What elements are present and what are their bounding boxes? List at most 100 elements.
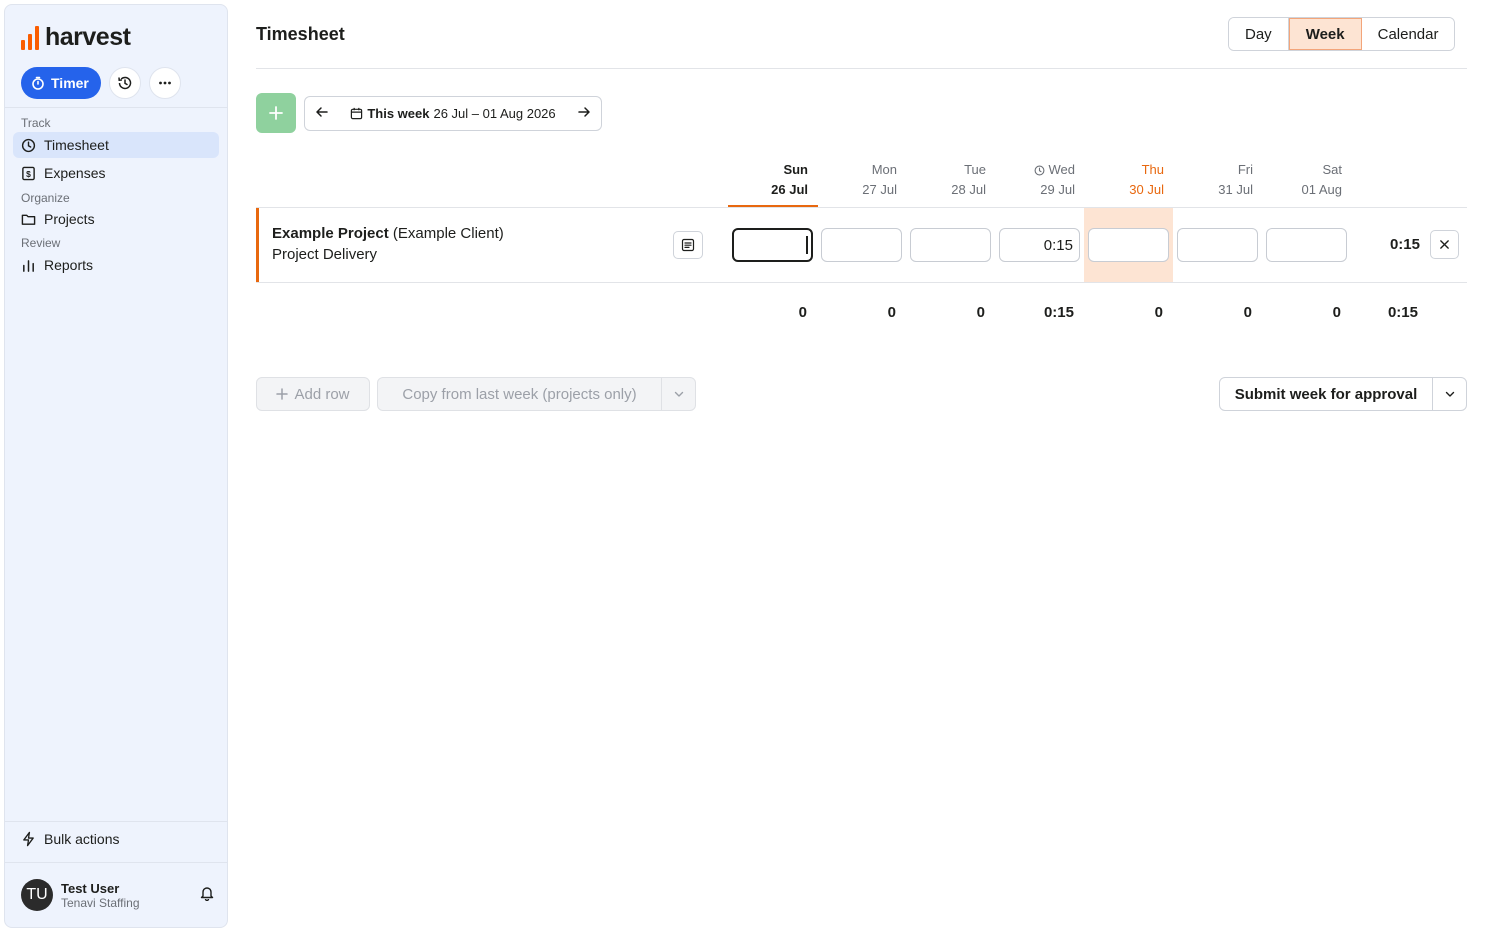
- logo-text: harvest: [45, 23, 131, 51]
- chevron-down-icon: [1445, 391, 1454, 397]
- row-total: 0:15: [1389, 236, 1420, 253]
- add-row-label: Add row: [294, 385, 350, 403]
- view-day-button[interactable]: Day: [1229, 18, 1289, 50]
- sidebar-divider: [5, 821, 227, 822]
- day-header-tue[interactable]: Tue 28 Jul: [906, 160, 996, 200]
- sidebar-item-expenses[interactable]: $ Expenses: [13, 160, 219, 186]
- day-total-fri: 0: [1243, 304, 1252, 321]
- day-name: Sat: [1322, 162, 1342, 177]
- day-date: 01 Aug: [1301, 182, 1343, 197]
- sidebar-item-label: Expenses: [44, 165, 106, 181]
- client-name: (Example Client): [392, 225, 504, 242]
- section-organize: Organize: [21, 191, 70, 205]
- notifications-button[interactable]: [199, 885, 215, 904]
- day-total-tue: 0: [976, 304, 985, 321]
- sidebar-divider: [5, 862, 227, 863]
- time-input-sat[interactable]: [1266, 228, 1347, 262]
- section-review: Review: [21, 236, 61, 250]
- harvest-logo[interactable]: harvest: [21, 23, 131, 52]
- copy-last-week-group: Copy from last week (projects only): [377, 377, 696, 411]
- delete-row-button[interactable]: [1430, 230, 1459, 259]
- day-name: Sun: [783, 162, 808, 177]
- next-week-button[interactable]: [577, 105, 591, 122]
- sidebar-item-timesheet[interactable]: Timesheet: [13, 132, 219, 158]
- time-input-mon[interactable]: [821, 228, 902, 262]
- stopwatch-icon: [32, 76, 44, 90]
- sidebar-item-label: Projects: [44, 211, 95, 227]
- history-icon: [118, 76, 132, 90]
- sidebar-item-reports[interactable]: Reports: [13, 252, 219, 278]
- avatar: TU: [21, 879, 53, 911]
- more-dots-icon: [158, 81, 171, 85]
- receipt-icon: $: [22, 166, 35, 180]
- calendar-icon: [351, 107, 363, 120]
- add-row-button[interactable]: Add row: [256, 377, 370, 411]
- sidebar-item-projects[interactable]: Projects: [13, 206, 219, 232]
- day-header-sun[interactable]: Sun 26 Jul: [728, 160, 818, 200]
- view-toggle: Day Week Calendar: [1228, 17, 1456, 51]
- section-track: Track: [21, 116, 51, 130]
- day-header-mon[interactable]: Mon 27 Jul: [817, 160, 907, 200]
- page-title: Timesheet: [256, 24, 345, 44]
- history-button[interactable]: [108, 67, 141, 99]
- previous-week-button[interactable]: [315, 105, 329, 122]
- folder-icon: [21, 214, 36, 225]
- day-date: 26 Jul: [771, 182, 808, 197]
- day-total-thu: 0: [1154, 304, 1163, 321]
- day-date: 27 Jul: [862, 182, 897, 197]
- user-info: Test User Tenavi Staffing: [61, 881, 140, 910]
- more-button[interactable]: [148, 67, 181, 99]
- notes-button[interactable]: [673, 231, 703, 259]
- day-header-wed[interactable]: Wed 29 Jul: [995, 160, 1085, 200]
- time-input-fri[interactable]: [1177, 228, 1258, 262]
- header-divider: [256, 68, 1467, 69]
- week-navigator: This week 26 Jul – 01 Aug 2026: [304, 96, 602, 131]
- lightning-icon: [23, 831, 34, 847]
- submit-group: Submit week for approval: [1219, 377, 1467, 411]
- text-caret: [806, 236, 808, 254]
- timer-label: Timer: [51, 75, 89, 91]
- week-grand-total: 0:15: [1387, 304, 1418, 321]
- bulk-actions-button[interactable]: Bulk actions: [21, 831, 119, 847]
- week-range: 26 Jul – 01 Aug 2026: [433, 106, 556, 121]
- sidebar: harvest Timer Track Timesheet $ Expenses…: [4, 4, 228, 928]
- arrow-right-icon: [578, 107, 590, 117]
- plus-icon: [276, 388, 289, 400]
- task-name: Project Delivery: [272, 246, 378, 263]
- submit-week-button[interactable]: Submit week for approval: [1220, 378, 1433, 410]
- day-name: Wed: [1048, 162, 1076, 177]
- day-header-fri[interactable]: Fri 31 Jul: [1173, 160, 1263, 200]
- week-picker[interactable]: This week 26 Jul – 01 Aug 2026: [350, 106, 556, 121]
- time-input-thu[interactable]: [1088, 228, 1169, 262]
- day-name-with-timer: Wed: [995, 160, 1075, 180]
- day-name: Thu: [1141, 162, 1164, 177]
- new-entry-button[interactable]: [256, 93, 296, 133]
- time-input-wed[interactable]: [999, 228, 1080, 262]
- table-header-divider: [256, 207, 1467, 208]
- user-menu[interactable]: TU Test User Tenavi Staffing: [21, 879, 140, 911]
- day-date: 28 Jul: [951, 182, 986, 197]
- copy-options-dropdown[interactable]: [662, 378, 695, 410]
- day-name: Tue: [964, 162, 986, 177]
- day-name: Fri: [1237, 162, 1253, 177]
- svg-text:$: $: [26, 168, 31, 178]
- timer-button[interactable]: Timer: [21, 67, 101, 99]
- bell-icon: [200, 887, 214, 902]
- day-header-thu[interactable]: Thu 30 Jul: [1084, 160, 1174, 200]
- copy-last-week-button[interactable]: Copy from last week (projects only): [378, 378, 662, 410]
- bar-chart-icon: [23, 259, 34, 272]
- time-input-tue[interactable]: [910, 228, 991, 262]
- submit-options-dropdown[interactable]: [1433, 378, 1466, 410]
- day-date: 31 Jul: [1218, 182, 1253, 197]
- day-total-sat: 0: [1332, 304, 1341, 321]
- clock-icon: [21, 138, 36, 152]
- arrow-left-icon: [316, 107, 328, 117]
- day-header-sat[interactable]: Sat 01 Aug: [1262, 160, 1352, 200]
- view-week-button[interactable]: Week: [1288, 18, 1362, 50]
- day-total-wed: 0:15: [1043, 304, 1074, 321]
- week-prefix: This week: [367, 106, 430, 121]
- time-input-sun[interactable]: [732, 228, 813, 262]
- day-date: 30 Jul: [1129, 182, 1164, 197]
- view-calendar-button[interactable]: Calendar: [1361, 18, 1455, 50]
- chevron-down-icon: [674, 391, 683, 397]
